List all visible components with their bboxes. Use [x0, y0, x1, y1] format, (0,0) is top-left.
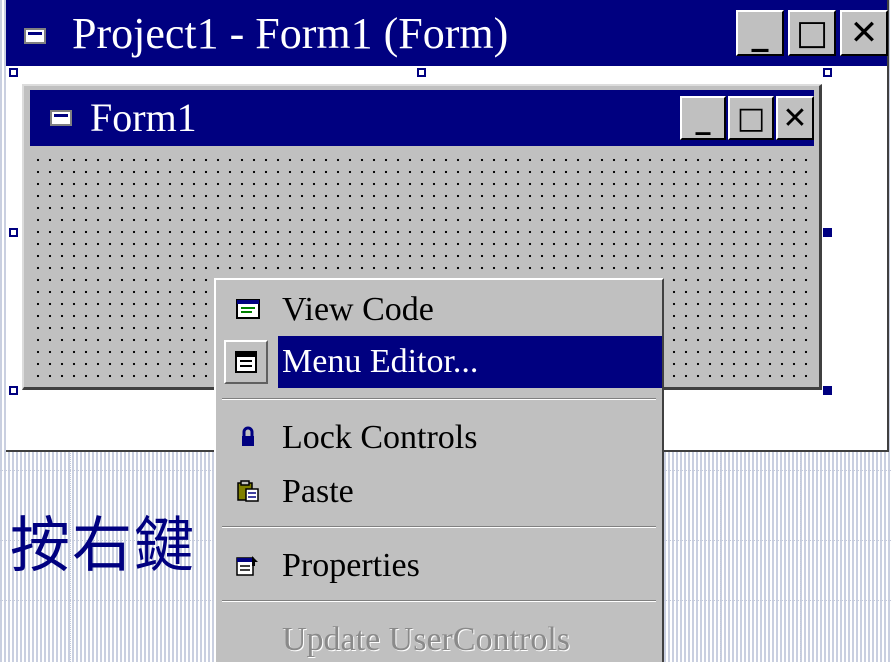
- form-minimize-button[interactable]: _: [680, 96, 726, 140]
- resize-handle[interactable]: [9, 68, 18, 77]
- close-icon: ✕: [849, 13, 879, 53]
- menu-item-label: Properties: [282, 547, 420, 584]
- maximize-button[interactable]: □: [788, 10, 836, 56]
- menu-item-properties[interactable]: Properties: [220, 540, 660, 592]
- menu-editor-icon-frame: [224, 340, 268, 384]
- minimize-button[interactable]: _: [736, 10, 784, 56]
- form-close-button[interactable]: ✕: [776, 96, 814, 140]
- minimize-icon: _: [751, 13, 769, 53]
- resize-handle[interactable]: [823, 68, 832, 77]
- form-icon: [50, 110, 72, 126]
- form-maximize-button[interactable]: □: [728, 96, 774, 140]
- menu-separator: [222, 526, 656, 528]
- close-icon: ✕: [782, 100, 808, 136]
- form1-titlebar[interactable]: Form1 _ □ ✕: [30, 90, 814, 146]
- menu-editor-icon: [235, 351, 257, 373]
- menu-item-update-usercontrols: Update UserControls: [220, 614, 660, 666]
- menu-item-label: Update UserControls: [282, 621, 571, 658]
- resize-handle[interactable]: [9, 228, 18, 237]
- resize-handle[interactable]: [417, 68, 426, 77]
- form1-title: Form1: [90, 95, 197, 140]
- minimize-icon: _: [695, 100, 711, 136]
- menu-item-label: Lock Controls: [282, 419, 478, 456]
- menu-item-label: Paste: [282, 473, 354, 510]
- resize-handle[interactable]: [9, 386, 18, 395]
- annotation-text: 按右鍵: [10, 511, 196, 581]
- paste-icon: [237, 480, 259, 502]
- properties-icon: [236, 556, 258, 576]
- menu-item-lock-controls[interactable]: Lock Controls: [220, 412, 660, 464]
- code-window-icon: [236, 299, 260, 319]
- designer-title: Project1 - Form1 (Form): [72, 9, 509, 58]
- resize-handle[interactable]: [823, 228, 832, 237]
- context-menu: View Code Menu Editor... Lock Controls P…: [214, 278, 664, 662]
- lock-icon: [242, 426, 254, 446]
- form-icon: [24, 28, 46, 44]
- menu-item-label: View Code: [282, 291, 434, 328]
- maximize-icon: □: [736, 100, 766, 136]
- menu-item-view-code[interactable]: View Code: [220, 284, 660, 336]
- menu-item-paste[interactable]: Paste: [220, 466, 660, 518]
- resize-handle[interactable]: [823, 386, 832, 395]
- menu-separator: [222, 600, 656, 602]
- menu-item-label: Menu Editor...: [278, 336, 662, 388]
- menu-item-menu-editor[interactable]: Menu Editor...: [220, 336, 662, 388]
- maximize-icon: □: [795, 13, 829, 53]
- designer-titlebar[interactable]: Project1 - Form1 (Form) _ □ ✕: [6, 0, 888, 66]
- menu-separator: [222, 398, 656, 400]
- close-button[interactable]: ✕: [840, 10, 888, 56]
